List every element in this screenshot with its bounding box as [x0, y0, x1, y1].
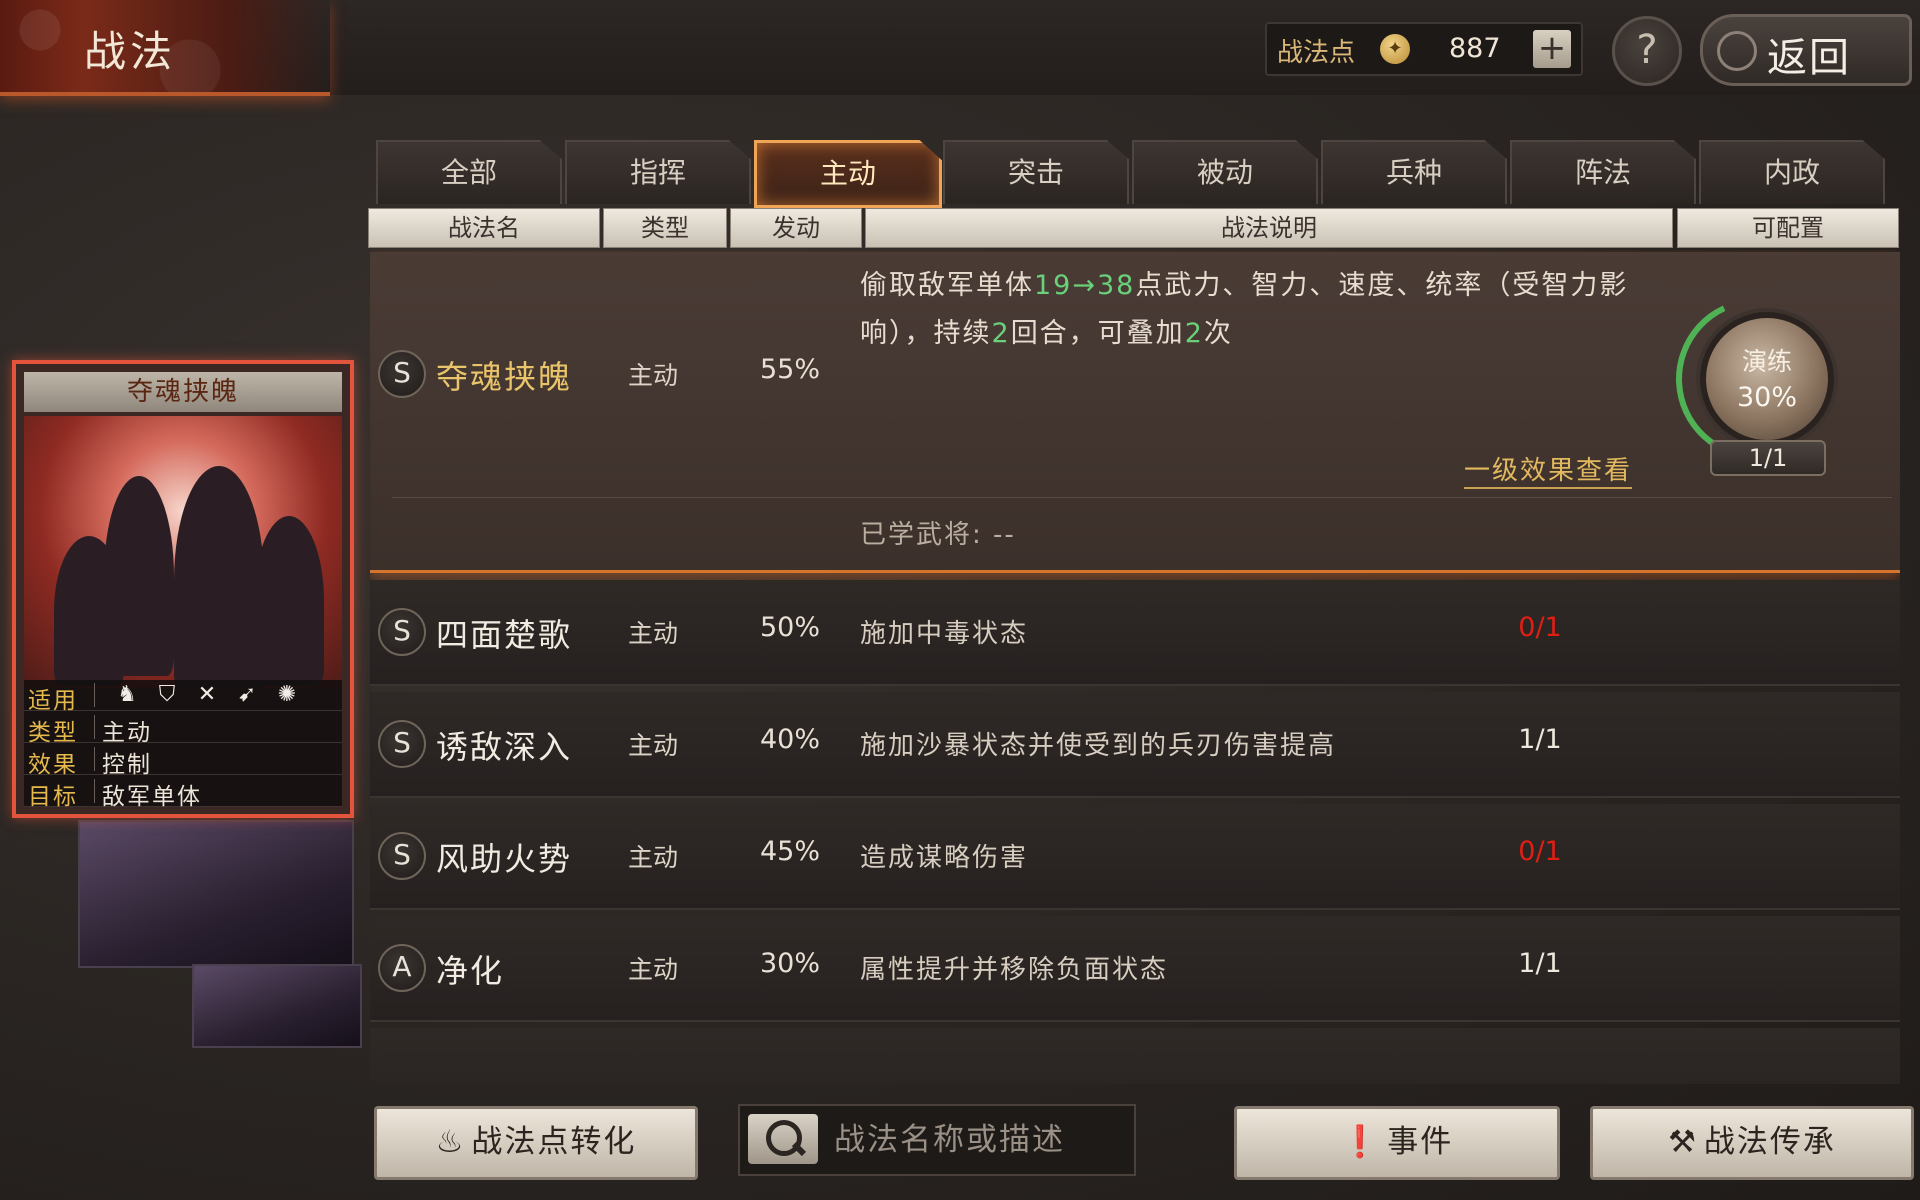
convert-points-button[interactable]: ♨ 战法点转化 — [374, 1106, 698, 1180]
tactic-row[interactable]: S 风助火势 主动 45% 造成谋略伤害 0/1 — [370, 804, 1900, 910]
tactic-type: 主动 — [628, 731, 679, 760]
tab-troop[interactable]: 兵种 — [1321, 140, 1507, 204]
archer-icon: ✕ — [197, 682, 217, 707]
inherit-button[interactable]: ⚒ 战法传承 — [1590, 1106, 1914, 1180]
tactic-type: 主动 — [628, 619, 679, 648]
page-title: 战法 — [84, 27, 177, 76]
add-points-button[interactable]: + — [1533, 30, 1571, 68]
help-button[interactable]: ? — [1612, 16, 1682, 86]
shield-icon: ⛉ — [158, 682, 176, 707]
tab-internal[interactable]: 内政 — [1699, 140, 1885, 204]
column-header-description: 战法说明 — [865, 208, 1673, 248]
tactic-description: 偷取敌军单体19→38点武力、智力、速度、统率（受智力影响），持续2回合，可叠加… — [860, 270, 1629, 349]
configurable-count: 1/1 — [1518, 948, 1562, 979]
back-button[interactable]: 返回 — [1700, 14, 1912, 86]
tactic-points-label: 战法点 — [1277, 38, 1356, 68]
tactic-type: 主动 — [628, 843, 679, 872]
tactic-rate: 30% — [760, 948, 821, 979]
tactic-row[interactable]: A 净化 主动 30% 属性提升并移除负面状态 1/1 — [370, 916, 1900, 1022]
grade-badge: S — [378, 608, 426, 656]
card-type-row: 类型 主动 — [24, 712, 342, 746]
column-header-name[interactable]: 战法名 — [368, 208, 600, 248]
tactic-rate: 50% — [760, 612, 821, 643]
spear-icon: ➹ — [237, 682, 257, 707]
search-box — [738, 1104, 1136, 1176]
card-target-row: 目标 敌军单体 — [24, 776, 342, 810]
tactic-type: 主动 — [628, 955, 679, 984]
tactic-rate: 45% — [760, 836, 821, 867]
tactic-rate: 40% — [760, 724, 821, 755]
tactic-card: 夺魂挟魄 适用 ♞ ⛉ ✕ ➹ ✺ 类型 主动 效果 控制 目标 敌军单体 — [12, 360, 354, 818]
tactic-description: 造成谋略伤害 — [860, 843, 1029, 873]
configurable-count: 0/1 — [1518, 612, 1562, 643]
configurable-count: 1/1 — [1710, 440, 1826, 476]
events-button[interactable]: ❗ 事件 — [1234, 1106, 1560, 1180]
top-bar: 战法 战法点 ✦ 887 + ? 返回 — [0, 0, 1920, 96]
hammer-icon: ⚒ — [1668, 1124, 1698, 1160]
tactic-description: 施加沙暴状态并使受到的兵刃伤害提高 — [860, 731, 1337, 761]
tactic-name: 四面楚歌 — [436, 616, 573, 654]
tactic-description: 属性提升并移除负面状态 — [860, 955, 1169, 985]
card-effect-row: 效果 控制 — [24, 744, 342, 778]
tactic-description: 施加中毒状态 — [860, 619, 1029, 649]
tactic-row[interactable]: S 四面楚歌 主动 50% 施加中毒状态 0/1 — [370, 580, 1900, 686]
back-label: 返回 — [1767, 35, 1851, 81]
tactic-list[interactable]: S 夺魂挟魄 主动 55% 偷取敌军单体19→38点武力、智力、速度、统率（受智… — [370, 250, 1900, 1084]
stacked-card — [192, 964, 362, 1048]
tactic-row[interactable]: S 诱敌深入 主动 40% 施加沙暴状态并使受到的兵刃伤害提高 1/1 — [370, 692, 1900, 798]
level-effect-link[interactable]: 一级效果查看 — [1464, 450, 1633, 489]
configurable-count: 1/1 — [1518, 724, 1562, 755]
tactic-artwork — [24, 416, 342, 688]
tactic-point-coin-icon: ✦ — [1380, 34, 1410, 64]
row-divider — [392, 497, 1892, 498]
tactic-type: 主动 — [628, 361, 679, 390]
practice-value: 30% — [1736, 382, 1797, 413]
card-title: 夺魂挟魄 — [24, 372, 342, 412]
tab-formation[interactable]: 阵法 — [1510, 140, 1696, 204]
grade-badge: S — [378, 720, 426, 768]
stacked-card — [78, 820, 354, 968]
tactic-name: 净化 — [436, 952, 505, 990]
tactic-name: 夺魂挟魄 — [436, 358, 573, 396]
tab-assault[interactable]: 突击 — [943, 140, 1129, 204]
tactic-rate: 55% — [760, 354, 821, 385]
tactic-row-partial[interactable] — [370, 1028, 1900, 1084]
tab-passive[interactable]: 被动 — [1132, 140, 1318, 204]
tab-all[interactable]: 全部 — [376, 140, 562, 204]
wheel-icon: ✺ — [277, 682, 297, 707]
column-header-rate[interactable]: 发动 — [730, 208, 862, 248]
practice-button[interactable]: 演练 30% — [1700, 312, 1834, 446]
column-header-type[interactable]: 类型 — [603, 208, 727, 248]
tab-active[interactable]: 主动 — [754, 140, 942, 208]
column-header-configurable[interactable]: 可配置 — [1677, 208, 1899, 248]
learned-generals: 已学武将: -- — [860, 520, 1016, 550]
flame-icon: ♨ — [435, 1124, 466, 1160]
search-icon[interactable] — [748, 1114, 818, 1164]
tactic-name: 诱敌深入 — [436, 728, 573, 766]
practice-label: 演练 — [1741, 347, 1792, 376]
event-icon: ❗ — [1340, 1124, 1382, 1160]
tactic-points-panel: 战法点 ✦ 887 + — [1265, 22, 1583, 76]
category-tabs: 全部 指挥 主动 突击 被动 兵种 阵法 内政 — [376, 140, 1886, 208]
grade-badge: S — [378, 350, 426, 398]
tactic-points-value: 887 — [1449, 33, 1501, 64]
grade-badge: A — [378, 944, 426, 992]
back-ornament-icon — [1717, 31, 1757, 71]
card-apply-row: 适用 ♞ ⛉ ✕ ➹ ✺ — [24, 680, 342, 714]
grade-badge: S — [378, 832, 426, 880]
tab-command[interactable]: 指挥 — [565, 140, 751, 204]
card-info-panel: 适用 ♞ ⛉ ✕ ➹ ✺ 类型 主动 效果 控制 目标 敌军单体 — [24, 680, 342, 810]
tactic-name: 风助火势 — [436, 840, 573, 878]
configurable-count: 0/1 — [1518, 836, 1562, 867]
cavalry-icon: ♞ — [117, 682, 137, 707]
search-input[interactable] — [832, 1114, 1126, 1166]
tactic-row-expanded[interactable]: S 夺魂挟魄 主动 55% 偷取敌军单体19→38点武力、智力、速度、统率（受智… — [370, 252, 1900, 573]
